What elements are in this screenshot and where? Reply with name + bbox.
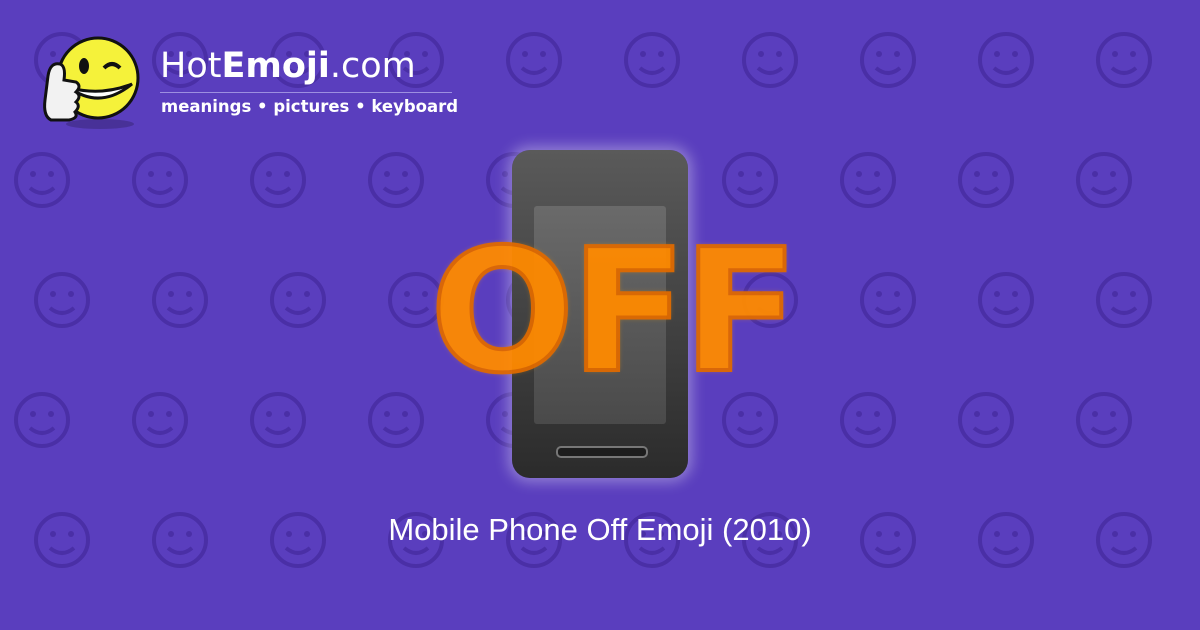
pattern-emoji-icon: [14, 392, 70, 448]
pattern-emoji-icon: [860, 272, 916, 328]
pattern-emoji-icon: [722, 152, 778, 208]
pattern-emoji-icon: [132, 392, 188, 448]
pattern-emoji-icon: [132, 152, 188, 208]
pattern-emoji-icon: [978, 32, 1034, 88]
hotemoji-logo-icon: [43, 36, 140, 129]
divider: [160, 92, 452, 93]
pattern-emoji-icon: [742, 32, 798, 88]
off-text: OFF: [428, 213, 801, 411]
pattern-emoji-icon: [978, 272, 1034, 328]
emoji-caption: Mobile Phone Off Emoji (2010): [388, 512, 812, 547]
pattern-emoji-icon: [860, 32, 916, 88]
pattern-emoji-icon: [958, 152, 1014, 208]
site-name[interactable]: HotEmoji.com: [160, 46, 416, 86]
pattern-emoji-icon: [14, 152, 70, 208]
pattern-emoji-icon: [34, 272, 90, 328]
pattern-emoji-icon: [368, 152, 424, 208]
pattern-emoji-icon: [250, 152, 306, 208]
pattern-emoji-icon: [506, 32, 562, 88]
pattern-emoji-icon: [1096, 32, 1152, 88]
pattern-emoji-icon: [624, 32, 680, 88]
pattern-emoji-icon: [270, 272, 326, 328]
pattern-emoji-icon: [1076, 152, 1132, 208]
pattern-emoji-icon: [368, 392, 424, 448]
pattern-emoji-icon: [1076, 392, 1132, 448]
pattern-emoji-icon: [840, 392, 896, 448]
tagline: meanings • pictures • keyboard: [161, 97, 459, 116]
pattern-emoji-icon: [152, 272, 208, 328]
pattern-emoji-icon: [958, 392, 1014, 448]
pattern-emoji-icon: [840, 152, 896, 208]
pattern-emoji-icon: [250, 392, 306, 448]
pattern-emoji-icon: [1096, 272, 1152, 328]
phone-home-slot: [556, 446, 648, 458]
